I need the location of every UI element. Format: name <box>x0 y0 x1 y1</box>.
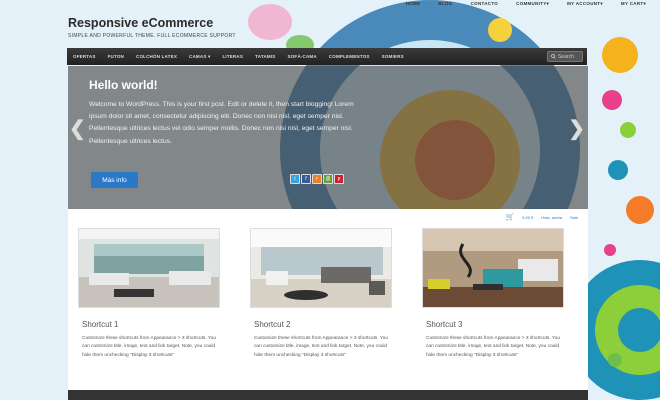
shortcut-image[interactable] <box>250 228 392 308</box>
top-nav-contacto[interactable]: CONTACTO <box>471 0 498 10</box>
top-nav-blog[interactable]: BLOG <box>438 0 452 10</box>
facebook-icon[interactable]: f <box>301 174 311 184</box>
slider-title[interactable]: Hello world! <box>89 78 158 92</box>
shortcut-title[interactable]: Shortcut 2 <box>254 320 392 329</box>
shortcut-image[interactable] <box>422 228 564 308</box>
shortcut-image[interactable] <box>78 228 220 308</box>
cart-icon[interactable]: 🛒 <box>505 213 514 221</box>
top-nav-my-account[interactable]: MY ACCOUNT▾ <box>567 0 603 10</box>
shortcut-text: Customize these shortcuts from Appearanc… <box>254 336 388 358</box>
menu-item-complementos[interactable]: COMPLEMENTOS <box>323 54 376 59</box>
footer-bar <box>68 390 588 400</box>
menu-item-ofertas[interactable]: OFERTAS <box>67 54 102 59</box>
email-icon[interactable]: @ <box>323 174 333 184</box>
hero-slider: ❮ ❯ Hello world! Welcome to WordPress. T… <box>68 66 588 209</box>
top-nav-community[interactable]: COMMUNITY▾ <box>516 0 549 10</box>
search-input[interactable]: Search <box>547 51 583 62</box>
pinterest-icon[interactable]: p <box>334 174 344 184</box>
cart-total[interactable]: 0.00 € <box>522 215 533 220</box>
rss-icon[interactable]: r <box>312 174 322 184</box>
shortcut-title[interactable]: Shortcut 3 <box>426 320 564 329</box>
shortcut-card: Shortcut 3 Customize these shortcuts fro… <box>422 228 564 360</box>
top-nav-home[interactable]: HOME <box>406 0 421 10</box>
menu-item-somiers[interactable]: SOMIERS <box>376 54 410 59</box>
logout-link[interactable]: Salir <box>570 215 578 220</box>
search-icon <box>551 54 556 59</box>
site-tagline: SIMPLE AND POWERFUL THEME. FULL ECOMMERC… <box>68 33 236 39</box>
twitter-icon[interactable]: t <box>290 174 300 184</box>
menu-item-sofa-cama[interactable]: SOFÁ-CAMA <box>282 54 323 59</box>
top-navigation: HOME BLOG CONTACTO COMMUNITY▾ MY ACCOUNT… <box>406 0 646 10</box>
search-label: Search <box>558 53 574 60</box>
content-area: 🛒 0.00 € Hola, aroha Salir Shortcut 1 Cu… <box>68 209 588 390</box>
share-icons: t f r @ p <box>290 174 344 184</box>
menu-item-futon[interactable]: FUTON <box>102 54 130 59</box>
more-info-button[interactable]: Más info <box>91 172 138 188</box>
menu-item-literas[interactable]: LITERAS <box>216 54 249 59</box>
cart-bar: 🛒 0.00 € Hola, aroha Salir <box>505 213 578 221</box>
user-greeting[interactable]: Hola, aroha <box>541 215 562 220</box>
top-nav-my-cart[interactable]: MY CART▾ <box>621 0 646 10</box>
menu-item-camas[interactable]: CAMAS ▾ <box>183 54 216 60</box>
slider-next-arrow[interactable]: ❯ <box>568 116 585 141</box>
shortcut-title[interactable]: Shortcut 1 <box>82 320 220 329</box>
shortcut-text: Customize these shortcuts from Appearanc… <box>82 336 216 358</box>
main-menu: OFERTAS FUTON COLCHÓN LATEX CAMAS ▾ LITE… <box>67 48 587 65</box>
shortcut-card: Shortcut 1 Customize these shortcuts fro… <box>78 228 220 360</box>
site-title[interactable]: Responsive eCommerce <box>68 16 213 30</box>
menu-item-tatamis[interactable]: TATAMIS <box>249 54 281 59</box>
shortcut-card: Shortcut 2 Customize these shortcuts fro… <box>250 228 392 360</box>
slider-text: Welcome to WordPress. This is your first… <box>89 101 354 145</box>
menu-item-colchon-latex[interactable]: COLCHÓN LATEX <box>130 54 183 59</box>
slider-prev-arrow[interactable]: ❮ <box>69 116 86 141</box>
shortcut-text: Customize these shortcuts from Appearanc… <box>426 336 560 358</box>
